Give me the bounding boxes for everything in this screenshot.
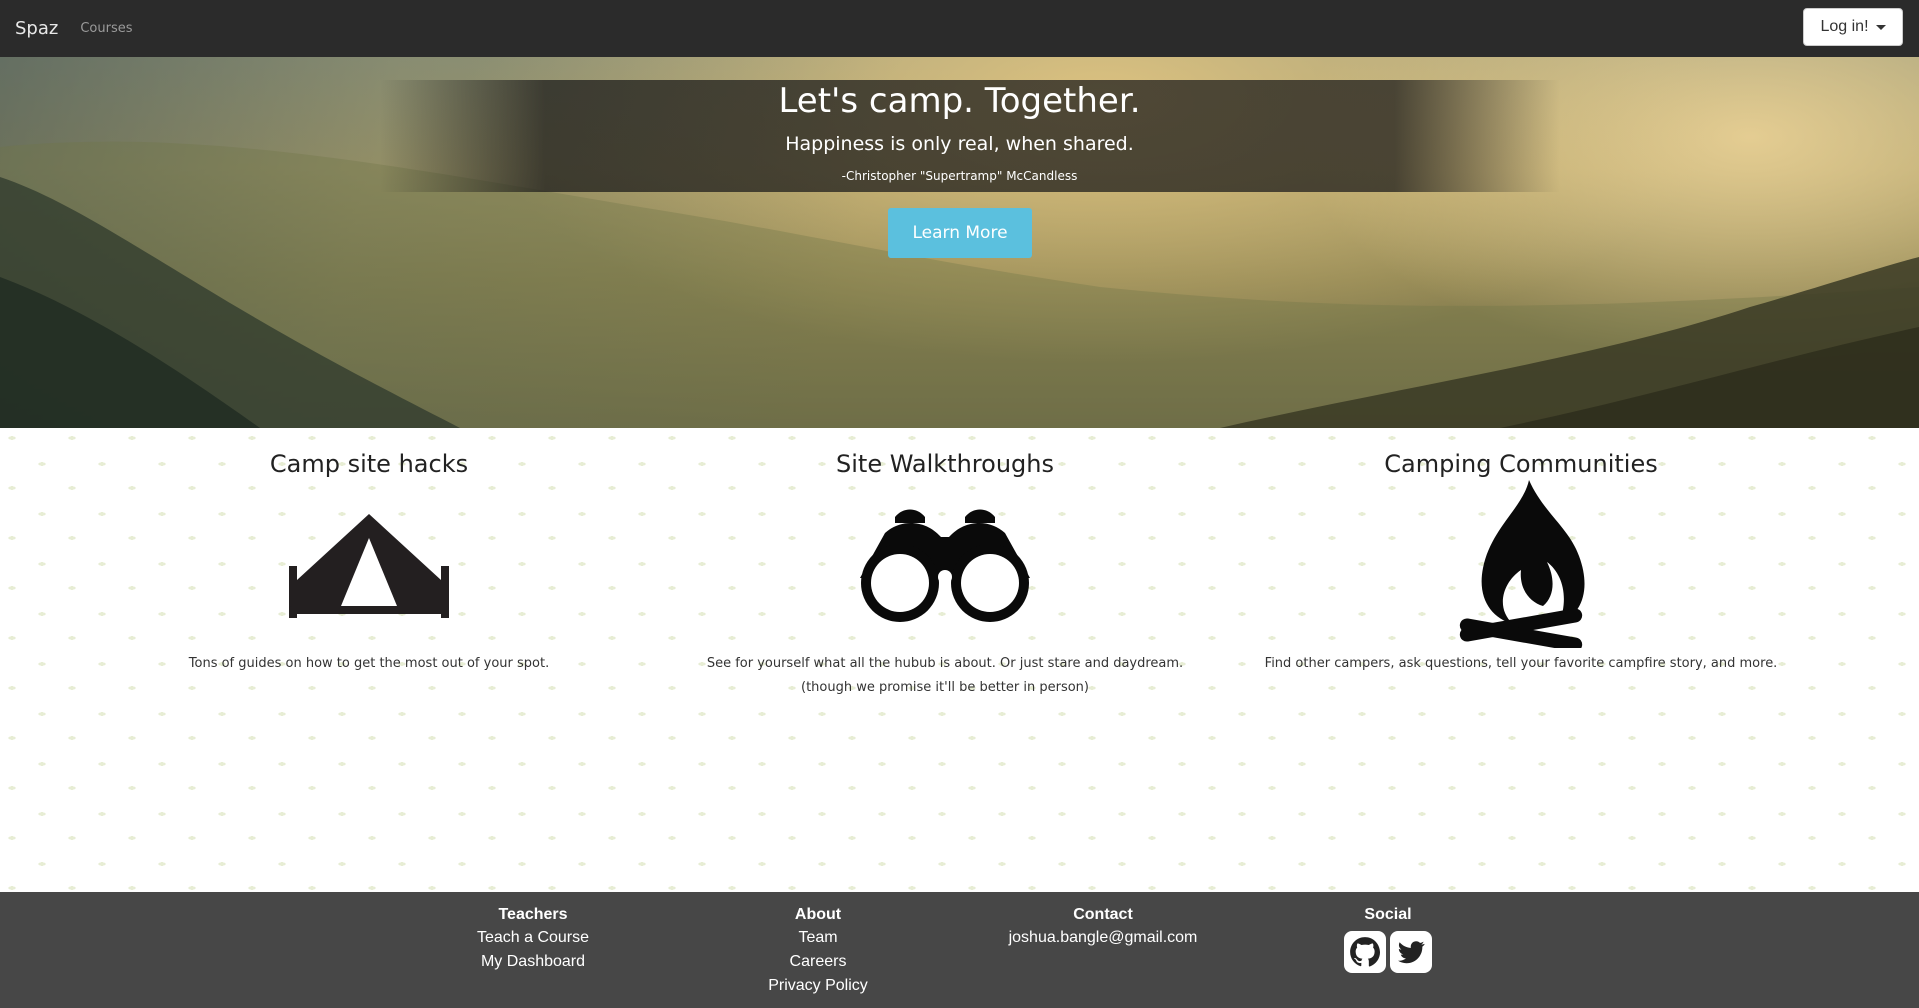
feature-description: See for yourself what all the hubub is a… — [706, 656, 1184, 695]
footer-heading-teachers: Teachers — [498, 906, 568, 923]
site-footer: Teachers Teach a Course My Dashboard Abo… — [0, 892, 1919, 1008]
footer-social-column: Social — [1268, 904, 1508, 973]
footer-link-careers[interactable]: Careers — [698, 950, 938, 974]
tent-icon — [289, 514, 449, 618]
hero-title: Let's camp. Together. — [778, 81, 1141, 121]
learn-more-button[interactable]: Learn More — [888, 208, 1032, 258]
footer-link-team[interactable]: Team — [698, 926, 938, 950]
feature-description: Find other campers, ask questions, tell … — [1264, 656, 1778, 671]
binoculars-icon — [860, 509, 1030, 622]
footer-heading-about: About — [794, 906, 842, 923]
footer-link-my-dashboard[interactable]: My Dashboard — [413, 950, 653, 974]
twitter-icon[interactable] — [1390, 931, 1432, 973]
footer-about-column: About Team Careers Privacy Policy — [698, 904, 938, 998]
footer-heading-social: Social — [1364, 906, 1412, 923]
feature-title: Site Walkthroughs — [836, 450, 1054, 478]
feature-description: Tons of guides on how to get the most ou… — [188, 656, 550, 671]
login-dropdown-button[interactable]: Log in! — [1803, 8, 1903, 46]
feature-title: Camping Communities — [1384, 450, 1658, 478]
feature-title: Camp site hacks — [269, 450, 469, 478]
campfire-icon — [1459, 480, 1585, 648]
hero-quote-author: -Christopher "Supertramp" McCandless — [841, 169, 1078, 183]
caret-down-icon — [1875, 24, 1886, 30]
github-icon[interactable] — [1344, 931, 1386, 973]
hero-banner: Let's camp. Together. Happiness is only … — [0, 57, 1919, 428]
hero-subtitle: Happiness is only real, when shared. — [785, 133, 1134, 155]
footer-link-privacy-policy[interactable]: Privacy Policy — [698, 974, 938, 998]
feature-camp-site-hacks: Camp site hacks Tons of guides on how to… — [89, 428, 649, 676]
footer-heading-contact: Contact — [1073, 906, 1133, 923]
footer-teachers-column: Teachers Teach a Course My Dashboard — [413, 904, 653, 974]
top-navbar: Spaz Courses Log in! — [0, 0, 1919, 57]
login-label: Log in! — [1820, 18, 1869, 35]
features-section: Camp site hacks Tons of guides on how to… — [0, 428, 1919, 892]
feature-site-walkthroughs: Site Walkthroughs See for yourself what … — [665, 428, 1225, 700]
footer-contact-column: Contact joshua.bangle@gmail.com — [983, 904, 1223, 950]
footer-link-teach-a-course[interactable]: Teach a Course — [413, 926, 653, 950]
footer-contact-email[interactable]: joshua.bangle@gmail.com — [983, 926, 1223, 950]
nav-link-courses[interactable]: Courses — [80, 21, 132, 36]
feature-camping-communities: Camping Communities Find other campers, … — [1241, 428, 1801, 676]
brand-link[interactable]: Spaz — [15, 18, 58, 39]
